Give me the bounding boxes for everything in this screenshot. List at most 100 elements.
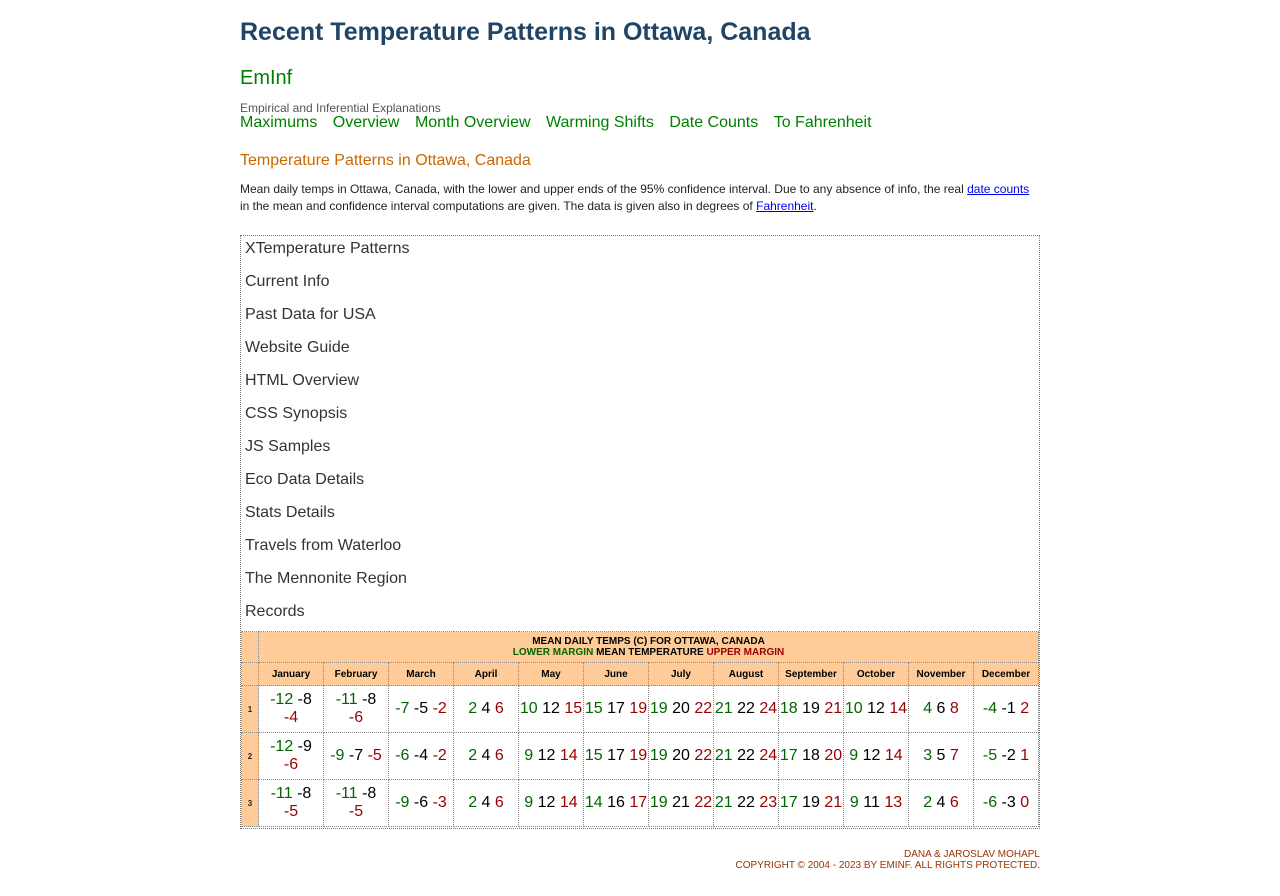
upper-margin: -6 [348,709,364,726]
lower-margin: -12 [270,738,294,755]
top-nav: Maximums Overview Month Overview Warming… [240,114,883,132]
month-header: November [908,662,974,686]
mean-temp: 18 [802,747,820,764]
side-nav-html-overview[interactable]: HTML Overview [245,371,410,404]
nav-maximums[interactable]: Maximums [240,114,317,131]
cell-line: -11 -8 [259,785,323,803]
lower-margin: 19 [649,700,668,717]
mean-temp: 22 [737,700,755,717]
lower-margin: 2 [468,700,478,717]
upper-margin: 17 [629,794,648,811]
lower-margin: 15 [584,747,603,764]
lower-margin: 4 [923,700,933,717]
temp-cell: -4 -1 2 [973,685,1039,733]
footer-authors: DANA & JAROSLAV MOHAPL [904,849,1040,860]
temp-cell: 21 22 24 [713,685,779,733]
month-header: February [323,662,389,686]
nav-to-fahrenheit[interactable]: To Fahrenheit [774,114,872,131]
upper-margin: 2 [1020,700,1030,717]
upper-margin: 24 [759,700,778,717]
side-nav: XTemperature Patterns Current Info Past … [245,239,410,635]
temp-cell: 15 17 19 [583,685,649,733]
mean-temp: 22 [737,794,755,811]
temp-cell: 14 16 17 [583,779,649,827]
side-nav-website-guide[interactable]: Website Guide [245,338,410,371]
description: Mean daily temps in Ottawa, Canada, with… [240,181,1040,215]
lower-margin: -5 [982,747,998,764]
side-nav-temperature-patterns[interactable]: XTemperature Patterns [245,239,410,272]
mean-temp: -8 [362,691,377,708]
lower-margin: 2 [923,794,933,811]
mean-temp: 12 [537,747,556,764]
upper-margin: 19 [629,747,648,764]
lower-margin: -9 [395,794,410,811]
lower-margin: 2 [468,747,478,764]
caption-title: MEAN DAILY TEMPS (C) FOR OTTAWA, CANADA [532,636,765,647]
side-nav-past-data-usa[interactable]: Past Data for USA [245,305,410,338]
table-body: 1 -12 -8 -4 -11 -8 -6 -7 -5 -2 2 4 6 10 12 15 15… [241,685,1039,827]
date-counts-link[interactable]: date counts [967,182,1029,196]
side-nav-stats-details[interactable]: Stats Details [245,503,410,536]
side-nav-css-synopsis[interactable]: CSS Synopsis [245,404,410,437]
upper-margin: 14 [884,747,903,764]
month-header: March [388,662,454,686]
upper-margin: 0 [1020,794,1030,811]
lower-margin: 17 [779,747,798,764]
lower-margin: 19 [649,747,668,764]
upper-margin: 23 [759,794,778,811]
fahrenheit-link[interactable]: Fahrenheit [756,199,813,213]
table-row: 3 -11 -8 -5 -11 -8 -5 -9 -6 -3 2 4 69 12 14 14 … [241,779,1039,827]
side-nav-current-info[interactable]: Current Info [245,272,410,305]
side-nav-mennonite-region[interactable]: The Mennonite Region [245,569,410,602]
brand-name[interactable]: EmInf [240,67,292,90]
temp-cell: 9 12 14 [843,732,909,780]
cell-line: -6 [259,756,323,774]
side-nav-js-samples[interactable]: JS Samples [245,437,410,470]
upper-margin: -4 [283,709,299,726]
lower-margin: -9 [330,747,345,764]
mean-temp: 22 [737,747,755,764]
lower-margin: 3 [923,747,933,764]
month-header-row: January February March April May June July Augu… [241,662,1039,686]
lower-margin: 9 [524,747,534,764]
nav-warming-shifts[interactable]: Warming Shifts [546,114,654,131]
cell-line: -5 [324,803,388,821]
upper-margin: 21 [824,700,843,717]
upper-margin: -2 [432,700,447,717]
temp-cell: 4 6 8 [908,685,974,733]
mean-temp: 12 [537,794,556,811]
temp-cell: 9 11 13 [843,779,909,827]
lower-margin: -12 [270,691,294,708]
nav-date-counts[interactable]: Date Counts [669,114,758,131]
upper-margin: 1 [1020,747,1030,764]
temp-cell: 19 20 22 [648,732,714,780]
mean-temp: -6 [413,794,429,811]
lower-margin: -6 [982,794,998,811]
mean-temp: 21 [672,794,690,811]
lower-margin: -11 [335,785,358,802]
lower-margin: 9 [524,794,534,811]
mean-temp: 4 [481,700,491,717]
side-nav-eco-data-details[interactable]: Eco Data Details [245,470,410,503]
side-nav-travels-waterloo[interactable]: Travels from Waterloo [245,536,410,569]
cell-line: -12 -8 [259,691,323,709]
nav-month-overview[interactable]: Month Overview [415,114,531,131]
lower-margin: 2 [468,794,478,811]
mean-temp: -8 [362,785,377,802]
table-caption: MEAN DAILY TEMPS (C) FOR OTTAWA, CANADA … [258,631,1039,663]
mean-temp: -7 [348,747,364,764]
temp-cell: -7 -5 -2 [388,685,454,733]
temp-cell: 21 22 24 [713,732,779,780]
nav-overview[interactable]: Overview [333,114,400,131]
temp-cell: -12 -9 -6 [258,732,324,780]
upper-margin: -5 [348,803,364,820]
mean-temp: -3 [1001,794,1016,811]
upper-margin: -5 [283,803,299,820]
upper-margin: 14 [559,747,578,764]
upper-margin: 6 [494,747,504,764]
lower-margin: 10 [519,700,538,717]
month-header: May [518,662,584,686]
mean-temp: 17 [607,700,625,717]
day-label: 1 [241,685,259,733]
table-row: 2 -12 -9 -6 -9 -7 -5 -6 -4 -2 2 4 69 12 14 15 … [241,732,1039,780]
